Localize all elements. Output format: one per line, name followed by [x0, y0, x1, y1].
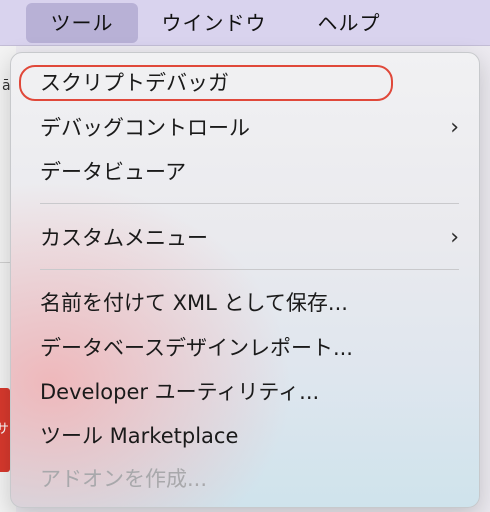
- menu-item-label: Developer ユーティリティ...: [40, 380, 320, 404]
- menu-item-label: デバッグコントロール: [40, 116, 250, 140]
- menubar-tools[interactable]: ツール: [26, 3, 138, 43]
- menu-item-data-viewer[interactable]: データビューア: [11, 152, 479, 192]
- tools-dropdown-menu: スクリプトデバッガ デバッグコントロール › データビューア カスタムメニュー …: [10, 52, 480, 508]
- menu-item-label: スクリプトデバッガ: [40, 71, 229, 95]
- chevron-right-icon: ›: [450, 225, 459, 250]
- menu-item-script-debugger[interactable]: スクリプトデバッガ: [11, 63, 479, 103]
- menu-separator: [40, 269, 459, 270]
- background-red-button-fragment: サ: [0, 388, 10, 472]
- menu-separator: [40, 203, 459, 204]
- menu-item-label: ツール Marketplace: [40, 424, 239, 448]
- menu-item-developer-utilities[interactable]: Developer ユーティリティ...: [11, 372, 479, 412]
- menubar-window[interactable]: ウインドウ: [150, 0, 278, 46]
- menu-item-save-as-xml[interactable]: 名前を付けて XML として保存...: [11, 283, 479, 323]
- menu-item-create-addon: アドオンを作成...: [11, 459, 479, 499]
- menu-item-label: 名前を付けて XML として保存...: [40, 291, 348, 315]
- menubar-help[interactable]: ヘルプ: [306, 0, 392, 46]
- menu-item-custom-menu[interactable]: カスタムメニュー ›: [11, 218, 479, 258]
- background-red-button-text: サ: [0, 422, 10, 437]
- menu-item-label: アドオンを作成...: [40, 467, 208, 491]
- menu-item-label: カスタムメニュー: [40, 226, 208, 250]
- menu-item-label: データベースデザインレポート...: [40, 336, 353, 360]
- menu-item-database-design-report[interactable]: データベースデザインレポート...: [11, 328, 479, 368]
- menu-item-label: データビューア: [40, 160, 187, 184]
- menu-item-tools-marketplace[interactable]: ツール Marketplace: [11, 416, 479, 456]
- menu-item-debug-control[interactable]: デバッグコントロール ›: [11, 108, 479, 148]
- menu-bar: ツール ウインドウ ヘルプ: [0, 0, 490, 46]
- chevron-right-icon: ›: [450, 115, 459, 140]
